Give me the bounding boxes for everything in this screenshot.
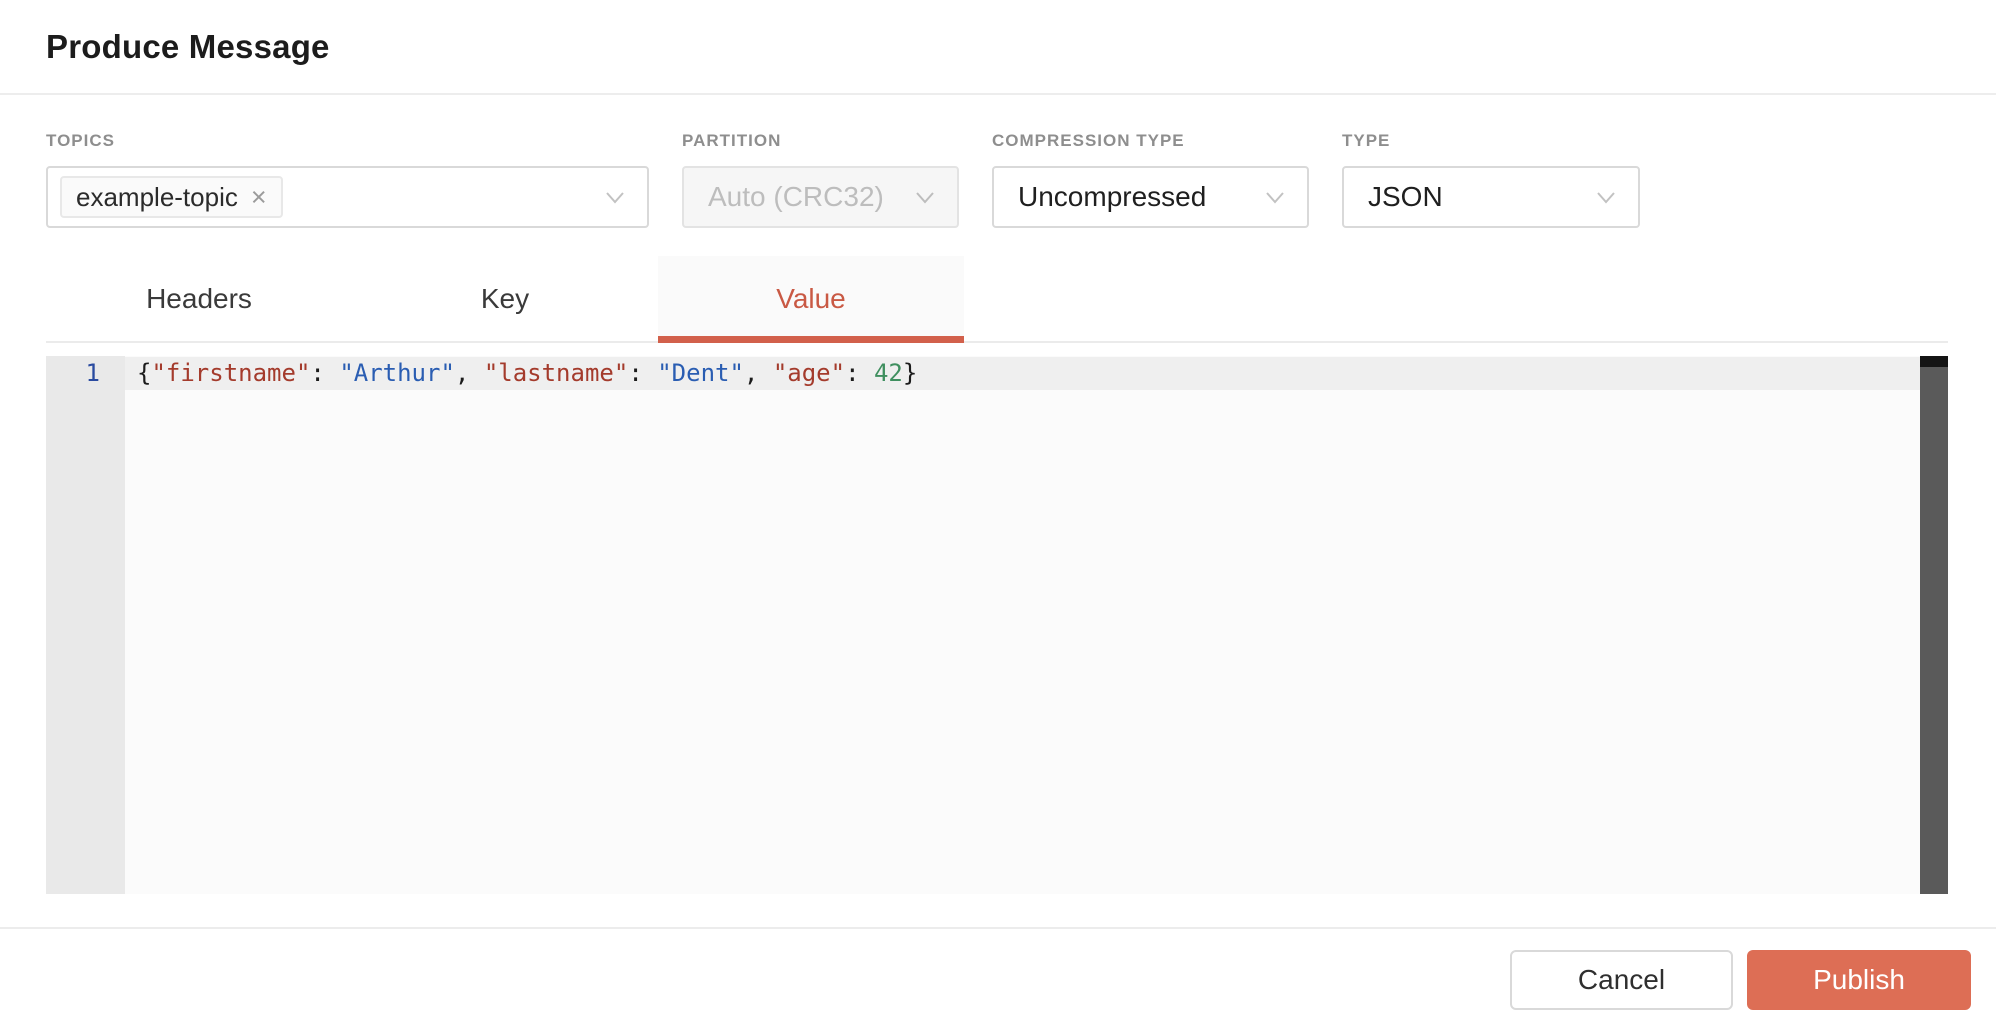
topics-select[interactable]: example-topic ×: [46, 166, 649, 228]
dialog-footer: Cancel Publish: [0, 927, 1996, 1031]
compression-field: COMPRESSION TYPE Uncompressed: [992, 131, 1309, 228]
partition-label: PARTITION: [682, 131, 959, 151]
publish-button[interactable]: Publish: [1747, 950, 1971, 1010]
tab-key-label: Key: [481, 283, 529, 315]
chevron-down-icon: [1594, 185, 1618, 209]
compression-select[interactable]: Uncompressed: [992, 166, 1309, 228]
form-row: TOPICS example-topic × PARTITION Auto (C…: [0, 131, 1996, 228]
tab-value-label: Value: [776, 283, 846, 315]
code-token: {: [137, 359, 151, 387]
chevron-down-icon: [603, 185, 627, 209]
chevron-down-icon: [1263, 185, 1287, 209]
line-number: 1: [46, 357, 125, 390]
compression-label: COMPRESSION TYPE: [992, 131, 1309, 151]
partition-value: Auto (CRC32): [708, 181, 884, 213]
type-select[interactable]: JSON: [1342, 166, 1640, 228]
topics-label: TOPICS: [46, 131, 649, 151]
produce-message-dialog: Produce Message TOPICS example-topic × P…: [0, 0, 1996, 1032]
chevron-down-icon: [913, 185, 937, 209]
editor-gutter: 1: [46, 356, 125, 894]
code-token: "Dent": [657, 359, 744, 387]
code-token: :: [845, 359, 874, 387]
topics-field: TOPICS example-topic ×: [46, 131, 649, 228]
page-title: Produce Message: [46, 28, 330, 66]
editor-scrollbar[interactable]: [1920, 356, 1948, 894]
code-line[interactable]: {"firstname": "Arthur", "lastname": "Den…: [137, 357, 917, 390]
code-token: 42: [874, 359, 903, 387]
code-token: :: [310, 359, 339, 387]
code-token: :: [628, 359, 657, 387]
partition-field: PARTITION Auto (CRC32): [682, 131, 959, 228]
partition-select: Auto (CRC32): [682, 166, 959, 228]
code-token: "Arthur": [339, 359, 455, 387]
code-token: ,: [744, 359, 773, 387]
code-token: }: [903, 359, 917, 387]
type-field: TYPE JSON: [1342, 131, 1640, 228]
tab-key[interactable]: Key: [352, 256, 658, 341]
tab-headers-label: Headers: [146, 283, 252, 315]
tab-value[interactable]: Value: [658, 256, 964, 341]
type-value: JSON: [1368, 181, 1443, 213]
tab-headers[interactable]: Headers: [46, 256, 352, 341]
code-editor[interactable]: 1 {"firstname": "Arthur", "lastname": "D…: [46, 356, 1948, 894]
type-label: TYPE: [1342, 131, 1640, 151]
scrollbar-thumb[interactable]: [1920, 356, 1948, 367]
code-token: "lastname": [484, 359, 629, 387]
remove-topic-icon[interactable]: ×: [251, 184, 267, 211]
topic-tag: example-topic ×: [60, 176, 283, 218]
code-token: ,: [455, 359, 484, 387]
topic-tag-label: example-topic: [76, 182, 238, 213]
tab-bar: Headers Key Value: [46, 256, 1948, 343]
code-token: "age": [773, 359, 845, 387]
dialog-header: Produce Message: [0, 0, 1996, 95]
compression-value: Uncompressed: [1018, 181, 1206, 213]
code-token: "firstname": [151, 359, 310, 387]
cancel-button[interactable]: Cancel: [1510, 950, 1733, 1010]
